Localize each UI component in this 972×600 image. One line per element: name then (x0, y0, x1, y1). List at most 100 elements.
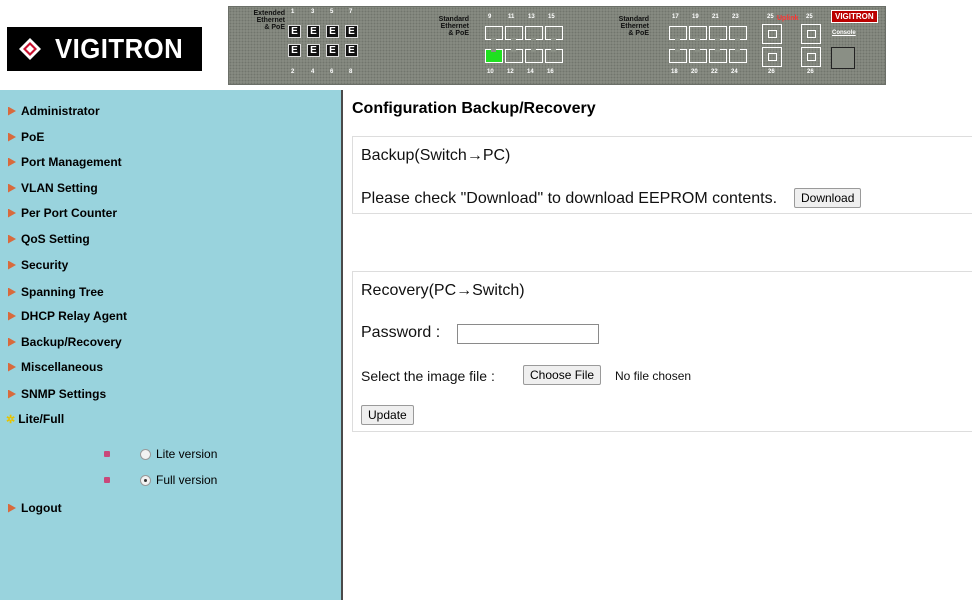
standard-ethernet-label-2: Standard Ethernet & PoE (618, 16, 649, 37)
image-file-label: Select the image file : (361, 368, 495, 384)
std2-top-num: 23 (732, 14, 739, 20)
std-port-10-active[interactable] (485, 48, 503, 63)
ext-port-8[interactable]: E (345, 44, 358, 57)
choose-file-button[interactable]: Choose File (523, 365, 602, 385)
std-port-22[interactable] (709, 48, 727, 63)
std1-top-num: 15 (548, 14, 555, 20)
ext-port-6[interactable]: E (326, 44, 339, 57)
std-port-20[interactable] (689, 48, 707, 63)
std2-bot-num: 20 (691, 69, 698, 75)
sidebar-item-miscellaneous[interactable]: Miscellaneous (8, 360, 103, 374)
panel-brand-badge: VIGITRON (831, 10, 878, 23)
std-port-17[interactable] (669, 26, 687, 41)
sidebar-item-logout[interactable]: Logout (8, 501, 62, 515)
download-button[interactable]: Download (794, 188, 862, 208)
ext-port-7[interactable]: E (345, 25, 358, 38)
header: VIGITRON Extended Ethernet & PoE 1 3 5 7… (0, 0, 972, 90)
uplink-port-26b[interactable] (801, 47, 821, 67)
std-port-11[interactable] (505, 26, 523, 41)
uplink-bot-num: 26 (768, 69, 775, 75)
ext-top-num: 5 (330, 9, 334, 15)
sidebar-item-label: SNMP Settings (21, 387, 107, 401)
std2-bot-num: 24 (731, 69, 738, 75)
std-port-21[interactable] (709, 26, 727, 41)
sidebar-item-administrator[interactable]: Administrator (8, 104, 100, 118)
ext-top-num: 1 (291, 9, 295, 15)
ext-bot-num: 2 (291, 69, 295, 75)
std-port-13[interactable] (525, 26, 543, 41)
uplink-bot-num: 26 (807, 69, 814, 75)
sidebar-item-qos-setting[interactable]: QoS Setting (8, 232, 90, 246)
std-port-18[interactable] (669, 48, 687, 63)
sidebar-menu: Administrator PoE Port Management VLAN S… (0, 90, 341, 600)
full-version-option[interactable]: Full version (104, 473, 217, 487)
std1-top-num: 9 (488, 14, 492, 20)
std-port-24[interactable] (729, 48, 747, 63)
arrow-icon (8, 260, 16, 270)
std-port-14[interactable] (525, 48, 543, 63)
uplink-port-25b[interactable] (801, 24, 821, 44)
sidebar-item-spanning-tree[interactable]: Spanning Tree (8, 285, 104, 299)
std-port-16[interactable] (545, 48, 563, 63)
sidebar-item-label: Port Management (21, 155, 122, 169)
std1-bot-num: 14 (527, 69, 534, 75)
sidebar-item-port-management[interactable]: Port Management (8, 155, 122, 169)
std2-bot-num: 22 (711, 69, 718, 75)
sidebar-item-poe[interactable]: PoE (8, 130, 44, 144)
uplink-port-25a[interactable] (762, 24, 782, 44)
std2-top-num: 19 (692, 14, 699, 20)
recovery-section: Recovery(PC→Switch) Password : Select th… (352, 271, 972, 432)
backup-section-title: Backup(Switch→PC) (361, 147, 511, 164)
uplink-top-num: 25 (806, 14, 813, 20)
std-port-23[interactable] (729, 26, 747, 41)
uplink-top-num: 25 (767, 14, 774, 20)
ext-bot-num: 6 (330, 69, 334, 75)
sidebar-item-label: DHCP Relay Agent (21, 309, 128, 323)
full-version-radio[interactable] (140, 474, 151, 486)
std-port-9[interactable] (485, 26, 503, 41)
sidebar-item-security[interactable]: Security (8, 258, 68, 272)
sidebar-item-label: Per Port Counter (21, 206, 118, 220)
password-input[interactable] (457, 324, 599, 344)
lite-version-option[interactable]: Lite version (104, 447, 217, 461)
std1-bot-num: 16 (547, 69, 554, 75)
update-button[interactable]: Update (361, 405, 414, 425)
sidebar-item-dhcp-relay-agent[interactable]: DHCP Relay Agent (8, 309, 127, 323)
std-port-12[interactable] (505, 48, 523, 63)
logo-text: VIGITRON (55, 33, 184, 64)
ext-port-5[interactable]: E (326, 25, 339, 38)
ext-port-3[interactable]: E (307, 25, 320, 38)
std-port-19[interactable] (689, 26, 707, 41)
ext-bot-num: 8 (349, 69, 353, 75)
console-port[interactable] (831, 47, 855, 69)
arrow-icon (8, 503, 16, 513)
sidebar-item-vlan-setting[interactable]: VLAN Setting (8, 181, 98, 195)
arrow-icon (8, 132, 16, 142)
sidebar-item-label: Security (21, 258, 69, 272)
lite-version-label: Lite version (156, 447, 218, 461)
std2-bot-num: 18 (671, 69, 678, 75)
sidebar-item-per-port-counter[interactable]: Per Port Counter (8, 206, 117, 220)
std-port-15[interactable] (545, 26, 563, 41)
ext-port-2[interactable]: E (288, 44, 301, 57)
sidebar-item-backup-recovery[interactable]: Backup/Recovery (8, 335, 122, 349)
password-label: Password : (361, 324, 441, 341)
no-file-chosen-text: No file chosen (615, 369, 692, 383)
lite-version-radio[interactable] (140, 448, 151, 460)
sidebar-item-lite-full[interactable]: ✲ Lite/Full (6, 412, 64, 426)
ext-port-1[interactable]: E (288, 25, 301, 38)
sidebar-item-label: Backup/Recovery (21, 335, 122, 349)
ext-port-4[interactable]: E (307, 44, 320, 57)
sidebar-item-label: Administrator (21, 104, 100, 118)
bullet-icon (104, 477, 110, 483)
arrow-icon (8, 106, 16, 116)
vigitron-logo: VIGITRON (7, 27, 202, 71)
bullet-icon (104, 451, 110, 457)
sidebar-item-snmp-settings[interactable]: SNMP Settings (8, 387, 106, 401)
sidebar-item-label: Spanning Tree (21, 285, 104, 299)
uplink-label: Uplink (777, 15, 799, 22)
std1-bot-num: 10 (487, 69, 494, 75)
sidebar-item-label: QoS Setting (21, 232, 90, 246)
arrow-icon (8, 157, 16, 167)
uplink-port-26a[interactable] (762, 47, 782, 67)
